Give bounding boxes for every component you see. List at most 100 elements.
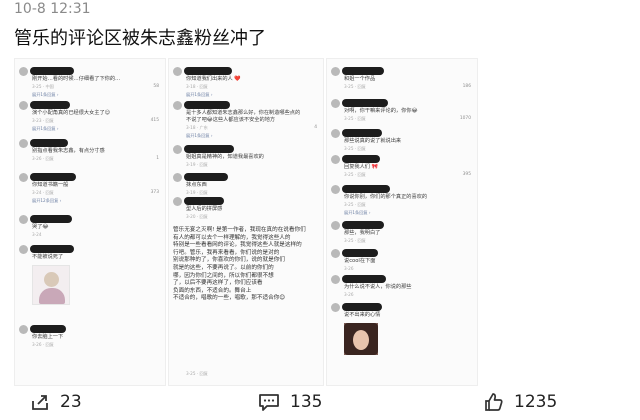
comment-meta: 3-24 bbox=[32, 232, 42, 237]
avatar bbox=[173, 145, 182, 154]
avatar bbox=[173, 197, 182, 206]
comment-text: 是十多人都知道朱志鑫那么好，你在制造哪些点的 不说了吧😂这些人都应该不安全的地方 bbox=[186, 110, 301, 123]
comment-text: 不能被说死了 bbox=[32, 254, 64, 260]
comment-meta: 3-24 · 回复 bbox=[32, 190, 54, 195]
comment-meta: 3-26 · 回复 bbox=[32, 156, 54, 161]
redacted-username bbox=[342, 155, 380, 163]
comment-text: 那些说真的说了就说出来 bbox=[344, 138, 402, 144]
comment-text: 你说你别，你们的那个真正的喜欢的 bbox=[344, 194, 428, 200]
avatar bbox=[19, 139, 28, 148]
redacted-username bbox=[30, 67, 74, 75]
comment-meta: 3-19 · 回复 bbox=[186, 162, 208, 167]
avatar bbox=[173, 67, 182, 76]
redacted-username bbox=[184, 197, 224, 205]
screenshot-panel-3[interactable]: 和姐一个作品 3-25 · 回复 186 对啊，你干嘛来评论的，你你😂 3-25… bbox=[326, 58, 478, 386]
comment-meta: 3-25 · 中国 bbox=[32, 84, 54, 89]
screenshot-panel-2[interactable]: 你知道我们出来的人 ❤️ 3-18 · 回复 展开1条回复 › 是十多人都知道朱… bbox=[168, 58, 324, 386]
like-count: 1 bbox=[156, 156, 159, 161]
reply-link[interactable]: 展开12条回复 › bbox=[32, 198, 61, 204]
timestamp: 10-8 12:31 bbox=[14, 1, 91, 17]
avatar bbox=[331, 221, 340, 230]
redacted-username bbox=[30, 215, 72, 223]
like-count: 373 bbox=[150, 190, 159, 195]
like-count: 186 bbox=[462, 84, 471, 89]
comment-meta: 3-23 · 回复 bbox=[32, 118, 54, 123]
redacted-username bbox=[342, 275, 386, 283]
like-count: 415 bbox=[150, 118, 159, 123]
redacted-username bbox=[184, 67, 232, 75]
redacted-username bbox=[184, 145, 234, 153]
screenshot-panel-1[interactable]: 刚开始…看的时候…仔细看了下你的… 3-25 · 中国 58 展开1条回复 › … bbox=[14, 58, 166, 386]
comment-text: 型人后的拼屏感 bbox=[186, 206, 223, 212]
avatar bbox=[331, 275, 340, 284]
reply-link[interactable]: 展开1条回复 › bbox=[32, 126, 59, 132]
comment-image[interactable] bbox=[32, 265, 70, 305]
thumbs-up-icon bbox=[484, 392, 504, 412]
comment-button[interactable]: 135 bbox=[258, 390, 322, 414]
repost-count: 23 bbox=[60, 392, 82, 412]
action-bar: 23 135 1235 bbox=[0, 386, 640, 420]
comment-text: 你知道我们出来的人 ❤️ bbox=[186, 76, 241, 82]
comment-meta: 3-25 · 回复 bbox=[344, 84, 366, 89]
face-shape bbox=[353, 330, 369, 350]
redacted-username bbox=[342, 129, 382, 137]
comment-meta: 3-20 · 回复 bbox=[186, 214, 208, 219]
like-count: 1070 bbox=[459, 116, 471, 121]
avatar bbox=[19, 215, 28, 224]
comment-meta: 3-19 · 回复 bbox=[186, 190, 208, 195]
redacted-username bbox=[184, 173, 228, 181]
avatar bbox=[19, 67, 28, 76]
avatar bbox=[331, 303, 340, 312]
long-comment-text: 管乐无宴之灭啊! 是第一作者，我现在真的在说看你们 有人的都可以去个一样理解的，… bbox=[173, 227, 306, 302]
comment-meta: 3-18 · 回复 bbox=[186, 84, 208, 89]
comment-text: 别指点看我朱志鑫，有点分寸感 bbox=[32, 148, 105, 154]
comment-text: 姐姐真是精神的，知道我最喜欢的 bbox=[186, 154, 264, 160]
redacted-username bbox=[30, 173, 76, 181]
reply-link[interactable]: 展开1条回复 › bbox=[32, 92, 59, 98]
comment-meta: 3-25 · 回复 bbox=[344, 116, 366, 121]
avatar bbox=[331, 249, 340, 258]
comment-count: 135 bbox=[290, 392, 323, 412]
like-count: 58 bbox=[153, 84, 159, 89]
avatar bbox=[331, 99, 340, 108]
figure-head bbox=[44, 272, 59, 287]
comment-text: 哭了😂 bbox=[32, 224, 49, 230]
repost-button[interactable]: 23 bbox=[30, 390, 82, 414]
avatar bbox=[19, 325, 28, 334]
redacted-username bbox=[342, 185, 390, 193]
post-title: 管乐的评论区被朱志鑫粉丝冲了 bbox=[14, 28, 266, 49]
comment-text: 为什么说不说人，你说的那些 bbox=[344, 284, 412, 290]
comment-text: 抹点东西 bbox=[186, 182, 207, 188]
comment-meta: 3-26 bbox=[344, 292, 354, 297]
avatar bbox=[19, 173, 28, 182]
comment-meta: 3-25 · 回复 bbox=[186, 371, 208, 376]
comment-meta: 3-25 · 回复 bbox=[344, 202, 366, 207]
redacted-username bbox=[342, 221, 384, 229]
comment-text: 对啊，你干嘛来评论的，你你😂 bbox=[344, 108, 418, 114]
avatar bbox=[331, 67, 340, 76]
like-button[interactable]: 1235 bbox=[484, 390, 557, 414]
redacted-username bbox=[30, 139, 68, 147]
reply-link[interactable]: 展开1条回复 › bbox=[186, 92, 213, 98]
like-count: 395 bbox=[462, 172, 471, 177]
share-icon bbox=[30, 392, 50, 412]
redacted-username bbox=[342, 67, 384, 75]
avatar bbox=[331, 155, 340, 164]
reply-link[interactable]: 展开1条回复 › bbox=[344, 210, 371, 216]
redacted-username bbox=[30, 101, 70, 109]
figure-body bbox=[39, 288, 65, 304]
avatar bbox=[331, 129, 340, 138]
comment-text: 演个小配角真的已经很大女主了😊 bbox=[32, 110, 111, 116]
redacted-username bbox=[342, 249, 378, 257]
avatar bbox=[19, 245, 28, 254]
comment-meta: 3-18 · 广东 bbox=[186, 125, 208, 130]
comment-meta: 3-25 · 回复 bbox=[344, 238, 366, 243]
comment-text: 回复我人们 🎀 bbox=[344, 164, 379, 170]
redacted-username bbox=[184, 101, 230, 109]
redacted-username bbox=[30, 245, 74, 253]
comment-text: 说不出来的心情 bbox=[344, 312, 381, 318]
avatar bbox=[331, 185, 340, 194]
comment-icon bbox=[258, 392, 280, 412]
comment-image[interactable] bbox=[344, 323, 378, 355]
reply-link[interactable]: 展开1条回复 › bbox=[186, 133, 213, 139]
